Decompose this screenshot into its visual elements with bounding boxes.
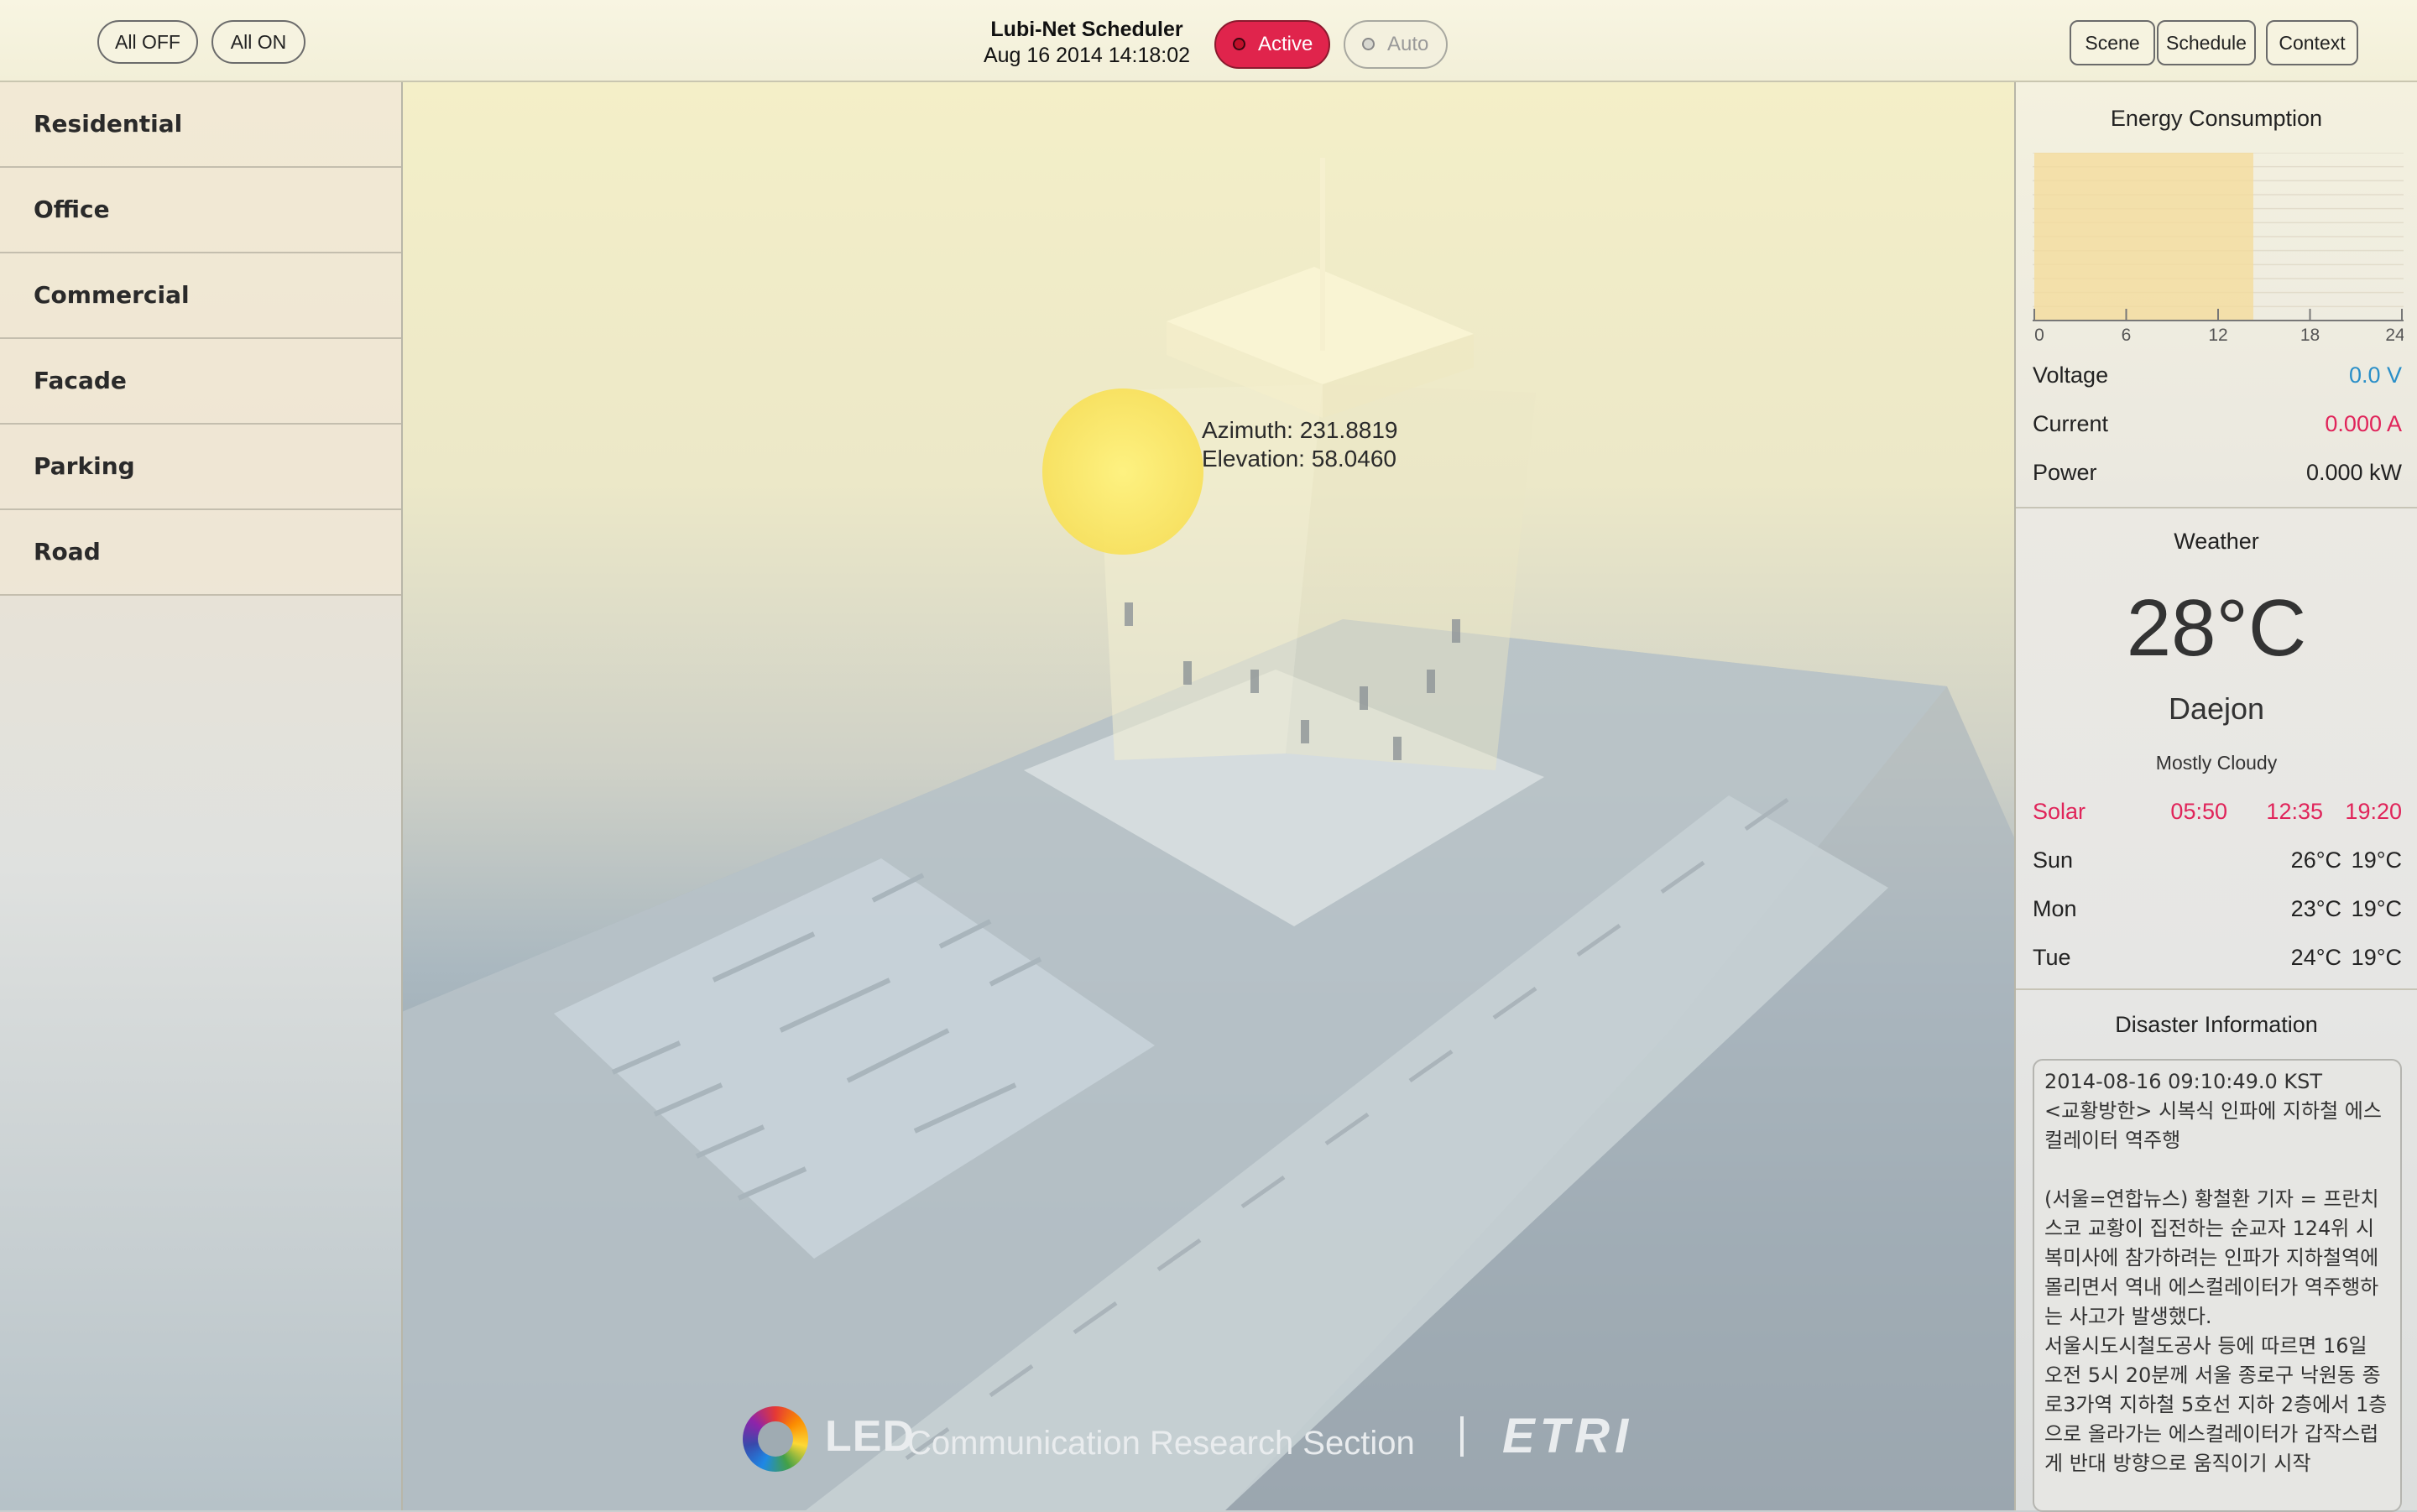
city-name: Daejon (2168, 691, 2265, 726)
energy-section: Energy Consumption 0 6 12 18 24 Voltage 0.0 … (2016, 82, 2417, 508)
all-off-button[interactable]: All OFF (97, 20, 198, 64)
weather-section: Weather 28°C Daejon Mostly Cloudy Solar … (2016, 508, 2417, 990)
sidebar-item-facade[interactable]: Facade (0, 339, 401, 425)
led-ring-logo-icon (743, 1406, 808, 1472)
app-title: Lubi-Net Scheduler Aug 16 2014 14:18:02 (948, 17, 1225, 69)
current-label: Current (2033, 411, 2109, 436)
logo-divider (1460, 1416, 1464, 1457)
app-name: Lubi-Net Scheduler (990, 18, 1183, 41)
info-panel: Energy Consumption 0 6 12 18 24 Voltage 0.0 … (2014, 82, 2417, 1512)
sidebar-item-office[interactable]: Office (0, 168, 401, 253)
forecast-day: Sun (2033, 847, 2074, 873)
forecast-day: Tue (2033, 945, 2071, 970)
chart-x-tick-label: 0 (2034, 326, 2044, 345)
voltage-value: 0.0 V (2348, 362, 2402, 388)
context-button[interactable]: Context (2266, 20, 2358, 65)
schedule-button[interactable]: Schedule (2157, 20, 2256, 65)
power-row: Power 0.000 kW (2033, 460, 2402, 493)
disaster-news-text[interactable]: 2014-08-16 09:10:49.0 KST <교황방한> 시복식 인파에… (2033, 1059, 2402, 1512)
auto-indicator-icon (1362, 38, 1375, 50)
disaster-title: Disaster Information (2115, 1012, 2318, 1037)
chart-elapsed-area (2034, 153, 2253, 321)
sunset-time: 19:20 (2345, 799, 2402, 824)
etri-logo: ETRI (1502, 1409, 1634, 1463)
auto-toggle[interactable]: Auto (1344, 20, 1448, 69)
sun-position-label: Azimuth: 231.8819 Elevation: 58.0460 (1202, 416, 1398, 473)
chart-x-tick-label: 18 (2300, 326, 2320, 345)
active-toggle[interactable]: Active (1214, 20, 1330, 69)
power-value: 0.000 kW (2305, 460, 2402, 485)
sidebar-item-commercial[interactable]: Commercial (0, 253, 401, 339)
sun-position-icon (1042, 388, 1203, 555)
energy-title: Energy Consumption (2110, 106, 2323, 131)
footer-logo: LED Communication Research Section ETRI (743, 1406, 2014, 1490)
current-value: 0.000 A (2325, 411, 2402, 436)
weather-title: Weather (2174, 529, 2259, 554)
forecast-low: 19°C (2351, 945, 2402, 970)
all-on-button[interactable]: All ON (211, 20, 305, 64)
elevation-readout: Elevation: 58.0460 (1202, 446, 1396, 472)
zone-sidebar: Residential Office Commercial Facade Par… (0, 82, 403, 1510)
city-3d-view[interactable]: Azimuth: 231.8819 Elevation: 58.0460 LED… (403, 82, 2014, 1510)
weather-condition: Mostly Cloudy (2155, 752, 2278, 774)
current-datetime: Aug 16 2014 14:18:02 (983, 44, 1191, 67)
scene-button[interactable]: Scene (2070, 20, 2155, 65)
top-bar: All OFF All ON Lubi-Net Scheduler Aug 16… (0, 0, 2417, 82)
energy-chart-svg: 0 6 12 18 24 (2033, 152, 2405, 345)
power-label: Power (2033, 460, 2097, 485)
azimuth-readout: Azimuth: 231.8819 (1202, 417, 1398, 443)
voltage-row: Voltage 0.0 V (2033, 362, 2402, 396)
temperature: 28°C (2126, 583, 2307, 673)
forecast-day: Mon (2033, 896, 2077, 921)
active-label: Active (1258, 33, 1313, 55)
energy-chart: 0 6 12 18 24 (2033, 152, 2405, 345)
city-model (403, 158, 2014, 1510)
sunrise-time: 05:50 (2170, 799, 2227, 824)
active-indicator-icon (1233, 38, 1245, 50)
chart-x-tick-label: 6 (2122, 326, 2132, 345)
logo-section-text: Communication Research Section (907, 1425, 1415, 1462)
current-row: Current 0.000 A (2033, 411, 2402, 445)
forecast-low: 19°C (2351, 896, 2402, 921)
forecast-low: 19°C (2351, 847, 2402, 873)
voltage-label: Voltage (2033, 362, 2109, 388)
solar-label: Solar (2033, 799, 2086, 824)
disaster-section: Disaster Information 2014-08-16 09:10:49… (2016, 990, 2417, 1512)
sidebar-item-road[interactable]: Road (0, 510, 401, 596)
forecast-high: 24°C (2290, 945, 2341, 970)
forecast-high: 26°C (2290, 847, 2341, 873)
logo-led-text: LED (825, 1412, 915, 1461)
chart-x-tick-label: 24 (2385, 326, 2404, 345)
sidebar-item-parking[interactable]: Parking (0, 425, 401, 510)
solar-noon-time: 12:35 (2266, 799, 2323, 824)
sidebar-item-residential[interactable]: Residential (0, 82, 401, 168)
chart-x-tick-label: 12 (2208, 326, 2227, 345)
auto-label: Auto (1387, 33, 1429, 55)
forecast-high: 23°C (2290, 896, 2341, 921)
